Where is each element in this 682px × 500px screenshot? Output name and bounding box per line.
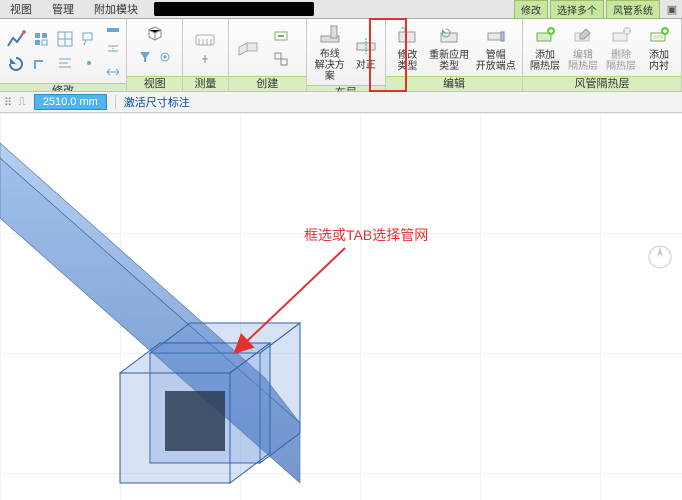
redacted-area: [154, 2, 314, 16]
duct-model: [0, 113, 682, 500]
cube-icon[interactable]: [143, 21, 167, 45]
liner-l1: 添加: [649, 50, 669, 61]
routing-label2: 解决方案: [315, 60, 345, 82]
modify-tool-icon[interactable]: [4, 26, 28, 50]
tab-addins[interactable]: 附加模块: [84, 0, 148, 19]
separator: [115, 95, 116, 109]
gripper-icon[interactable]: ⠿: [4, 96, 10, 109]
cap-l1: 管帽: [486, 50, 506, 61]
group-icon[interactable]: [271, 49, 291, 69]
del-ins-l1: 删除: [611, 50, 631, 61]
filter-icon[interactable]: [136, 48, 154, 66]
add-ins-l1: 添加: [535, 50, 555, 61]
panel-layout-label: 布局: [307, 85, 385, 92]
datum-icon: ⎍: [18, 96, 26, 109]
tab-modify[interactable]: 修改: [514, 0, 548, 19]
reapply-l2: 类型: [439, 61, 459, 72]
activate-dimension-link[interactable]: 激活尺寸标注: [124, 94, 190, 110]
measure-icon[interactable]: [190, 28, 220, 68]
options-bar: ⠿ ⎍ 2510.0 mm 激活尺寸标注: [0, 92, 682, 113]
modify-grid: [30, 28, 100, 74]
panel-measure: 测量: [183, 19, 228, 91]
add-insulation-button[interactable]: 添加隔热层: [527, 22, 563, 73]
routing-label1: 布线: [320, 49, 340, 60]
panel-modify: 修改: [0, 19, 127, 91]
edit-type-button[interactable]: 修改类型: [390, 22, 425, 73]
tab-manage[interactable]: 管理: [42, 0, 84, 19]
component-icon[interactable]: [271, 26, 291, 46]
panel-view-label: 视图: [127, 76, 182, 91]
tab-select-multiple[interactable]: 选择多个: [550, 0, 604, 19]
tab-view[interactable]: 视图: [0, 0, 42, 19]
reapply-l1: 重新应用: [429, 50, 469, 61]
corner-icon[interactable]: [30, 52, 52, 74]
viewport-canvas[interactable]: 框选或TAB选择管网: [0, 113, 682, 500]
annotation-text: 框选或TAB选择管网: [304, 225, 428, 245]
panel-modify-label: 修改: [0, 83, 126, 92]
create-duct-icon[interactable]: [233, 26, 267, 70]
reset-icon[interactable]: [4, 52, 28, 76]
reapply-type-button[interactable]: 重新应用类型: [427, 22, 472, 73]
ribbon: 修改 视图 测量 创建: [0, 19, 682, 92]
dot-icon[interactable]: [78, 52, 100, 74]
edit-ins-l2: 隔热层: [568, 61, 598, 72]
panel-edit: 修改类型 重新应用类型 管帽开放端点 编辑: [386, 19, 523, 91]
panel-layout: 布线解决方案 对正 布局: [307, 19, 386, 91]
edit-type-l1: 修改: [397, 50, 417, 61]
panel-toggle-icon[interactable]: ▣: [662, 3, 682, 16]
panel-insulation: 添加隔热层 编辑隔热层 删除隔热层 添加内衬 风管隔热层: [523, 19, 682, 91]
panel-insulation-label: 风管隔热层: [523, 76, 681, 91]
justify-label: 对正: [356, 60, 376, 71]
offset-icon[interactable]: [104, 42, 122, 60]
panel-create-label: 创建: [229, 76, 306, 91]
edit-type-l2: 类型: [397, 61, 417, 72]
cap-l2: 开放端点: [476, 61, 516, 72]
context-tabs: 视图 管理 附加模块 修改 选择多个 风管系统 ▣: [0, 0, 682, 19]
panel-edit-label: 编辑: [386, 76, 522, 91]
del-ins-l2: 隔热层: [606, 61, 636, 72]
cap-open-ends-button[interactable]: 管帽开放端点: [473, 22, 518, 73]
panel-measure-label: 测量: [183, 76, 227, 91]
routing-solution-button[interactable]: 布线解决方案: [311, 21, 349, 83]
visibility-icon[interactable]: [156, 48, 174, 66]
liner-l2: 内衬: [649, 61, 669, 72]
pipe-icon[interactable]: [104, 21, 122, 39]
join-icon[interactable]: [54, 52, 76, 74]
tab-duct-system[interactable]: 风管系统: [606, 0, 660, 19]
edit-ins-l1: 编辑: [573, 50, 593, 61]
align-icon[interactable]: [30, 28, 52, 50]
stretch-icon[interactable]: [104, 63, 122, 81]
nav-compass-icon[interactable]: [646, 243, 674, 274]
panel-create: 创建: [229, 19, 307, 91]
add-ins-l2: 隔热层: [530, 61, 560, 72]
panel-view: 视图: [127, 19, 183, 91]
edit-insulation-button[interactable]: 编辑隔热层: [565, 22, 601, 73]
callout-icon[interactable]: [78, 28, 100, 50]
offset-value-chip[interactable]: 2510.0 mm: [34, 94, 107, 110]
justify-button[interactable]: 对正: [351, 32, 381, 72]
add-liner-button[interactable]: 添加内衬: [641, 22, 677, 73]
grid-icon[interactable]: [54, 28, 76, 50]
remove-insulation-button[interactable]: 删除隔热层: [603, 22, 639, 73]
